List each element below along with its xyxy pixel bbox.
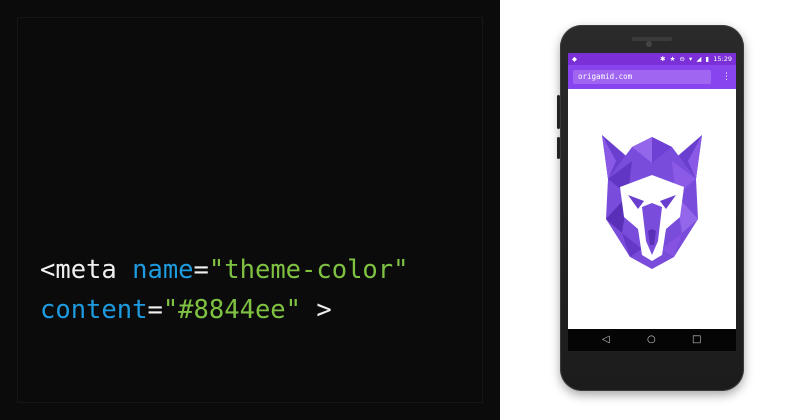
- code-tag: <meta: [40, 255, 117, 285]
- status-bar: ◆ ✱ ★ ⊖ ▾ ◢ ▮ 15:29: [568, 53, 736, 65]
- power-button: [557, 137, 560, 159]
- code-snippet: <meta name="theme-color" content="#8844e…: [40, 250, 409, 330]
- url-bar[interactable]: origamid.com: [573, 70, 711, 84]
- notification-icon: ◆: [572, 55, 577, 63]
- browser-toolbar: origamid.com ⋮: [568, 65, 736, 89]
- volume-button: [557, 95, 560, 129]
- phone-mockup: ◆ ✱ ★ ⊖ ▾ ◢ ▮ 15:29 origamid.com ⋮ ◁ ○ □: [557, 25, 744, 391]
- recent-apps-icon[interactable]: □: [692, 333, 701, 347]
- code-panel: <meta name="theme-color" content="#8844e…: [0, 0, 500, 420]
- code-value-theme-color: "theme-color": [208, 255, 409, 285]
- overflow-menu-icon[interactable]: ⋮: [722, 70, 731, 84]
- home-icon[interactable]: ○: [647, 333, 656, 347]
- code-close-bracket: >: [316, 295, 332, 325]
- code-attr-content: content: [40, 295, 148, 325]
- android-navbar: ◁ ○ □: [568, 329, 736, 351]
- earpiece-speaker: [632, 37, 672, 41]
- wolf-logo: [602, 135, 702, 269]
- code-equals: =: [193, 255, 209, 285]
- status-icons: ✱ ★ ⊖ ▾ ◢ ▮: [660, 55, 710, 63]
- phone-screen: ◆ ✱ ★ ⊖ ▾ ◢ ▮ 15:29 origamid.com ⋮ ◁ ○ □: [568, 53, 736, 351]
- code-panel-frame: [17, 17, 483, 403]
- code-equals: =: [147, 295, 163, 325]
- front-camera-icon: [646, 41, 652, 47]
- code-value-color: "#8844ee": [162, 295, 301, 325]
- back-icon[interactable]: ◁: [602, 333, 610, 347]
- code-attr-name: name: [132, 255, 194, 285]
- status-time: 15:29: [713, 55, 732, 63]
